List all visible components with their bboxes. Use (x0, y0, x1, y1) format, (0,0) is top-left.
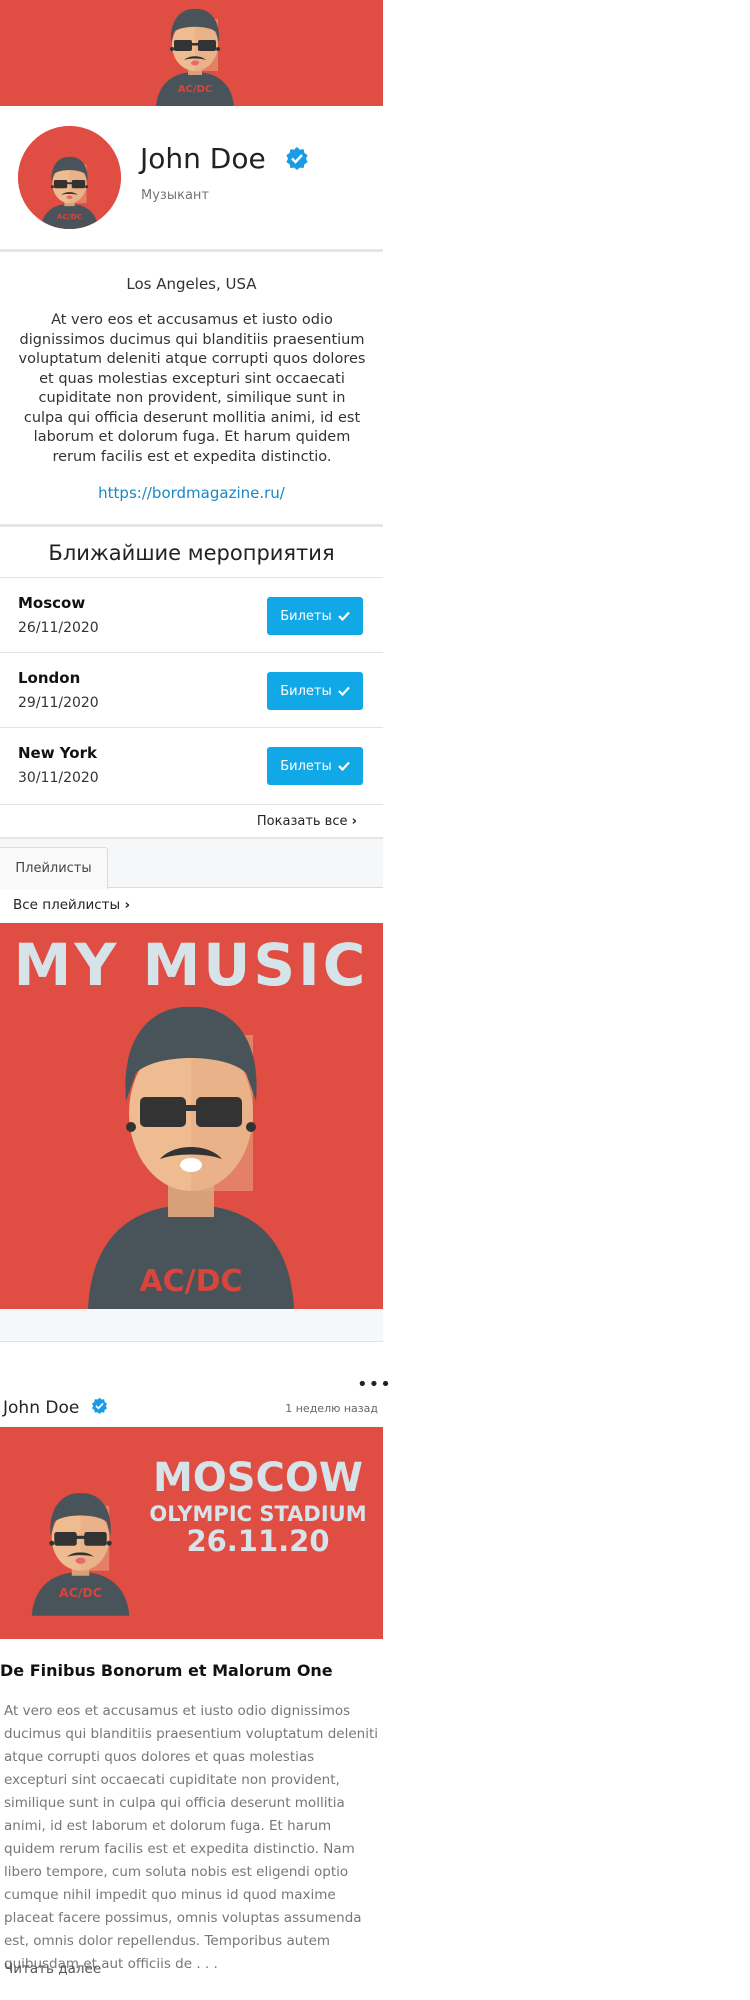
event-date: 30/11/2020 (18, 770, 99, 786)
app-column: John Doe Музыкант Los Angeles, USA At ve… (0, 0, 391, 2000)
event-row: New York 30/11/2020 Билеты (0, 727, 383, 803)
website-link[interactable]: https://bordmagazine.ru/ (0, 484, 383, 502)
event-city: Moscow (18, 594, 86, 612)
all-playlists-label: Все плейлисты (13, 897, 121, 913)
tickets-button[interactable]: Билеты (267, 672, 363, 710)
tab-playlists[interactable]: Плейлисты (0, 847, 108, 889)
profile-cover (0, 0, 383, 106)
verified-badge-icon (285, 144, 309, 177)
cover-illustration (0, 0, 383, 106)
post-image-art: MOSCOW OLYMPIC STADIUM 26.11.20 (0, 1427, 383, 1639)
show-all-label: Показать все (256, 814, 348, 829)
event-city: London (18, 669, 81, 687)
section-separator (0, 1309, 383, 1342)
tickets-button[interactable]: Билеты (267, 747, 363, 785)
more-options-icon[interactable]: ••• (357, 1374, 392, 1395)
event-date: 26/11/2020 (18, 620, 99, 636)
playlist-cover-title: MY MUSIC (14, 931, 369, 999)
event-row: London 29/11/2020 Билеты (0, 652, 383, 728)
playlist-card[interactable]: MY MUSIC AC/DC (0, 923, 383, 1309)
check-icon (337, 686, 350, 696)
show-all-link[interactable]: Показать все › (257, 814, 357, 829)
tickets-button[interactable]: Билеты (267, 597, 363, 635)
check-icon (337, 611, 350, 621)
profile-bio: At vero eos et accusamus et iusto odio d… (18, 312, 366, 465)
post-image[interactable]: MOSCOW OLYMPIC STADIUM 26.11.20 (0, 1427, 383, 1639)
verified-badge-icon (91, 1397, 108, 1419)
events-section: Ближайшие мероприятия Moscow 26/11/2020 … (0, 527, 383, 839)
avatar[interactable] (18, 126, 121, 229)
post-author: John Doe (3, 1398, 80, 1418)
event-date: 29/11/2020 (18, 695, 99, 711)
chevron-right-icon: › (124, 897, 131, 913)
tickets-button-label: Билеты (280, 608, 332, 624)
profile-name: John Doe (140, 142, 266, 175)
chevron-right-icon: › (351, 814, 357, 829)
tickets-button-label: Билеты (280, 683, 332, 699)
avatar-image (18, 126, 121, 229)
event-row: Moscow 26/11/2020 Билеты (0, 577, 383, 653)
post-image-line1: MOSCOW (153, 1455, 363, 1501)
read-more-link[interactable]: Читать далее (4, 1961, 101, 1977)
check-icon (337, 761, 350, 771)
post-timestamp: 1 неделю назад (285, 1402, 378, 1415)
show-all-row: Показать все › (0, 804, 383, 838)
post-body: At vero eos et accusamus et iusto odio d… (4, 1703, 378, 1972)
profile-card: John Doe Музыкант (0, 106, 383, 252)
post-title[interactable]: De Finibus Bonorum et Malorum One (0, 1661, 333, 1680)
tickets-button-label: Билеты (280, 758, 332, 774)
playlist-cover-image: MY MUSIC AC/DC (0, 923, 383, 1309)
profile-name-row: John Doe (140, 142, 309, 177)
post-author-row: John Doe (3, 1397, 108, 1419)
profile-role: Музыкант (141, 188, 209, 203)
shirt-logo-text: AC/DC (139, 1264, 242, 1299)
events-title: Ближайшие мероприятия (48, 541, 335, 565)
event-city: New York (18, 744, 97, 762)
post-image-line3: 26.11.20 (186, 1524, 329, 1558)
playlists-tabbar: Плейлисты (0, 839, 383, 889)
post-image-line2: OLYMPIC STADIUM (149, 1502, 366, 1526)
profile-location: Los Angeles, USA (126, 275, 257, 293)
all-playlists-link[interactable]: Все плейлисты › (13, 897, 130, 913)
about-section: Los Angeles, USA At vero eos et accusamu… (0, 252, 383, 527)
